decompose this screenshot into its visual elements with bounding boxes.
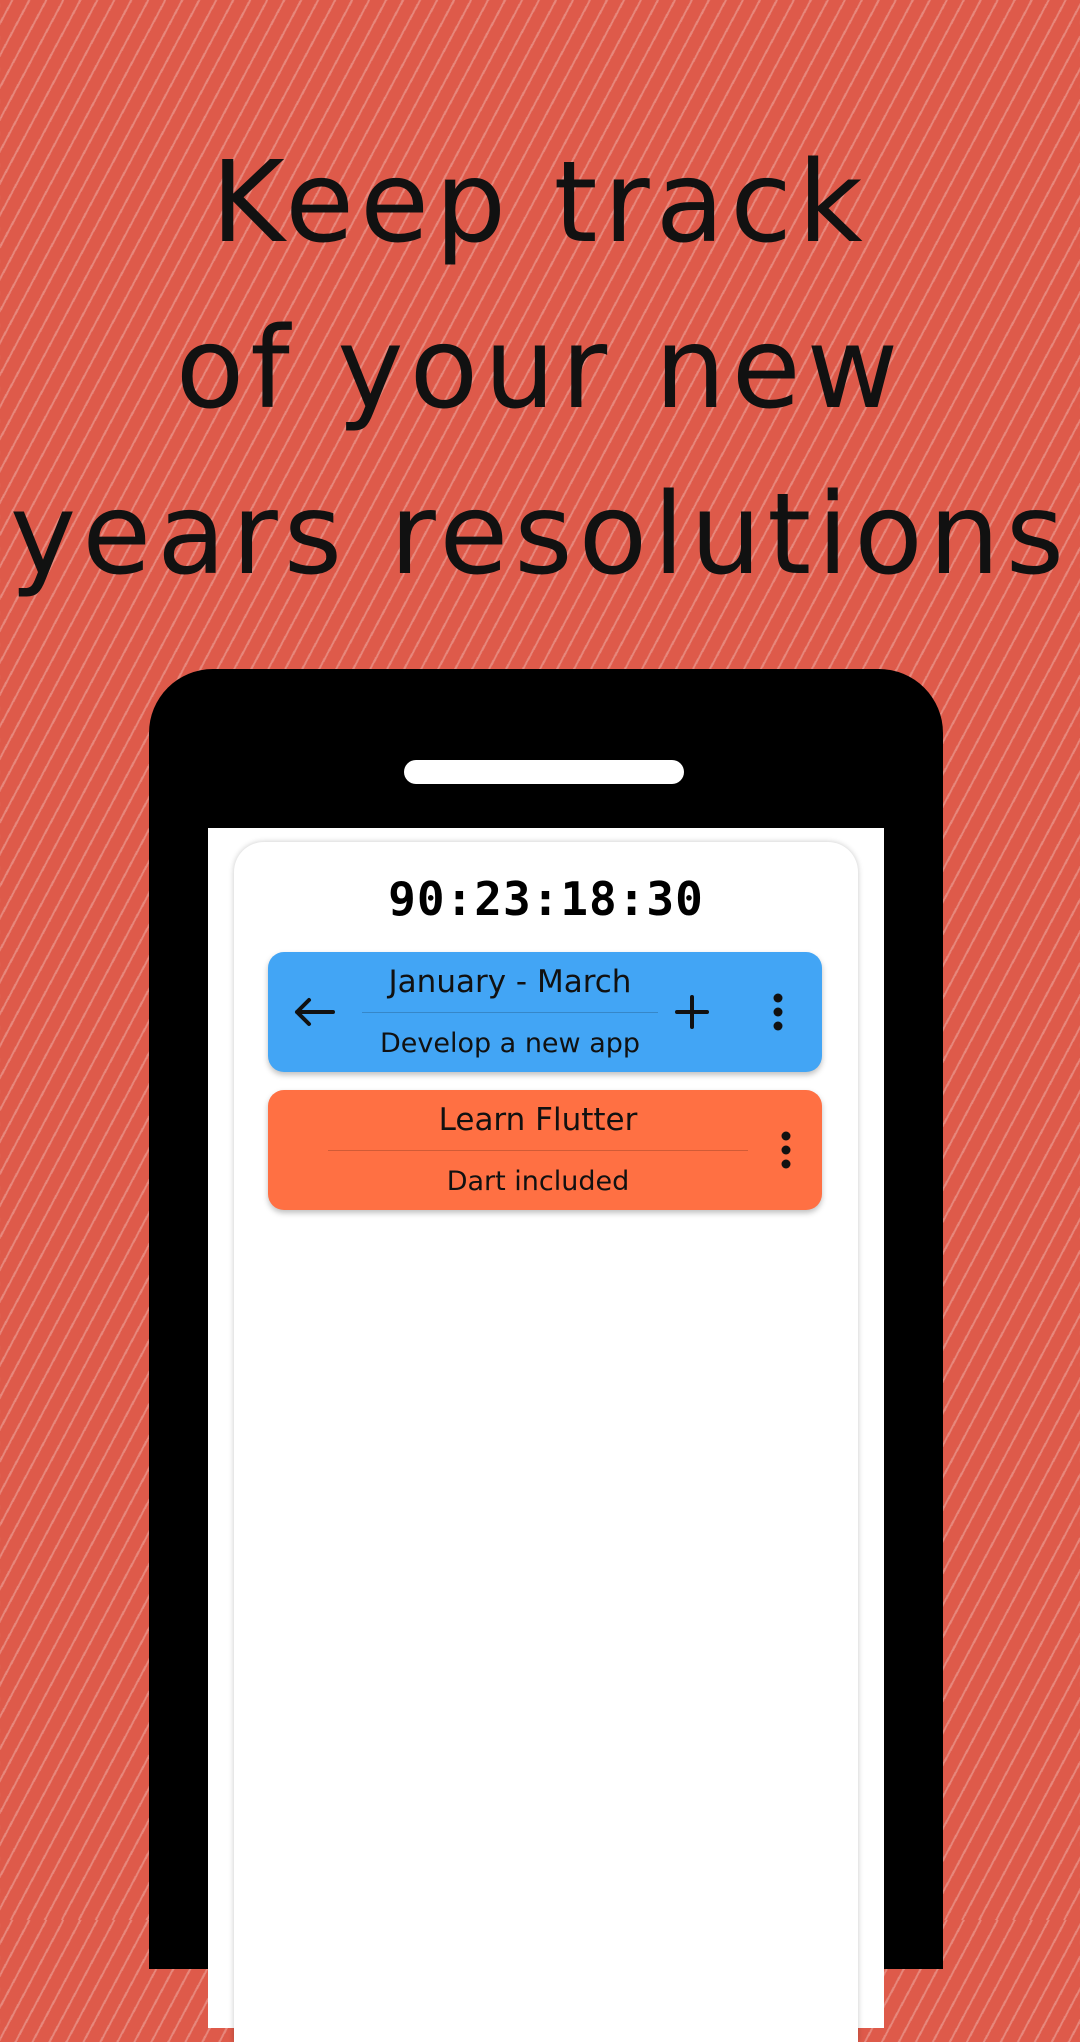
app-container: 90:23:18:30 January - March Develop a ne…: [234, 842, 858, 2042]
card-subtitle: Develop a new app: [379, 1028, 641, 1059]
card-text: Learn Flutter Dart included: [328, 1090, 748, 1210]
more-vertical-icon[interactable]: [756, 1090, 816, 1210]
phone-screen: 90:23:18:30 January - March Develop a ne…: [208, 828, 884, 2042]
card-title: January - March: [388, 964, 632, 1000]
phone-speaker: [404, 760, 684, 784]
headline: Keep track of your new years resolutions: [0, 120, 1080, 618]
more-vertical-icon[interactable]: [748, 952, 808, 1072]
headline-line-3: years resolutions: [9, 470, 1071, 600]
headline-line-1: Keep track: [211, 138, 869, 268]
resolution-card-goal[interactable]: Learn Flutter Dart included: [268, 1090, 822, 1210]
arrow-left-icon[interactable]: [284, 952, 344, 1072]
card-divider: [328, 1150, 748, 1151]
resolution-card-period[interactable]: January - March Develop a new app: [268, 952, 822, 1072]
countdown-timer: 90:23:18:30: [388, 872, 704, 926]
card-subtitle: Dart included: [446, 1166, 630, 1197]
plus-icon[interactable]: [662, 952, 722, 1072]
headline-line-2: of your new: [175, 304, 905, 434]
card-title: Learn Flutter: [438, 1102, 638, 1138]
card-text: January - March Develop a new app: [362, 952, 658, 1072]
phone-frame: 90:23:18:30 January - March Develop a ne…: [149, 669, 943, 2042]
card-divider: [362, 1012, 658, 1013]
